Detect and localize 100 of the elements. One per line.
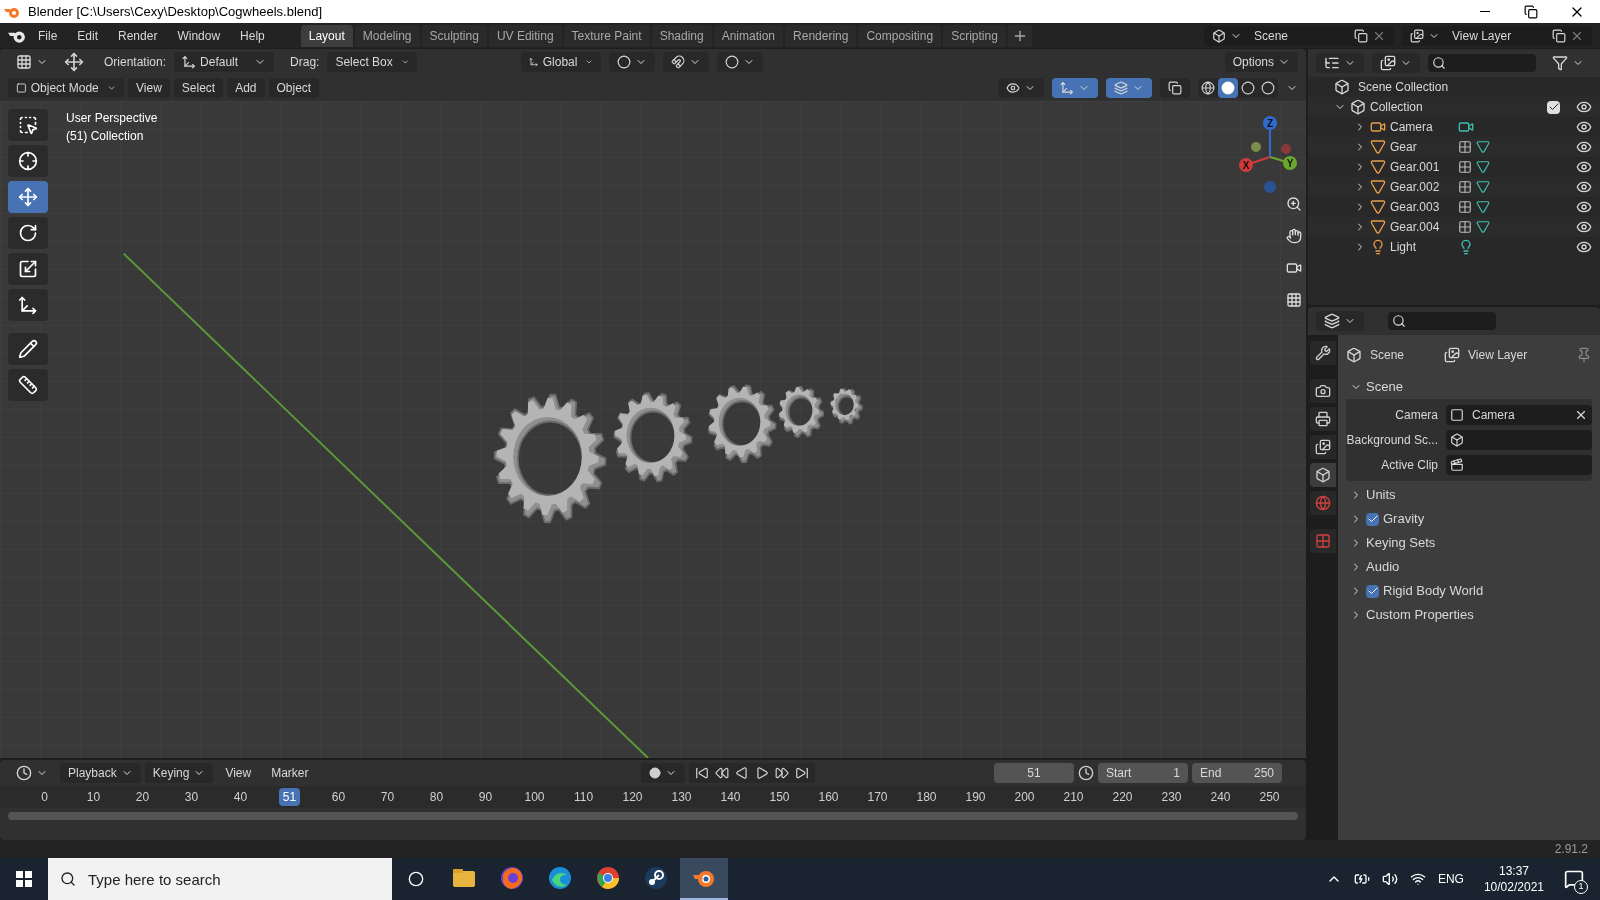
light-data-icon[interactable] bbox=[1458, 239, 1474, 255]
battery-icon[interactable] bbox=[1353, 871, 1370, 887]
mesh-data-icon[interactable] bbox=[1476, 140, 1490, 154]
orientation-dropdown[interactable]: Default bbox=[174, 52, 275, 72]
speaker-icon[interactable] bbox=[1381, 871, 1398, 887]
menu-item[interactable]: Render bbox=[110, 26, 166, 45]
timeline-menu[interactable]: Marker bbox=[263, 763, 317, 783]
workspace-tab[interactable]: Layout bbox=[300, 24, 353, 47]
timeline-menu[interactable]: Playback bbox=[60, 763, 141, 783]
eye-icon[interactable] bbox=[1576, 159, 1592, 175]
shading-mode-button[interactable] bbox=[1218, 78, 1238, 98]
modifier-icon[interactable] bbox=[1458, 220, 1472, 234]
outliner-item[interactable]: Light bbox=[1390, 238, 1454, 256]
outliner-item[interactable]: Gear.001 bbox=[1390, 158, 1454, 176]
stopwatch-icon[interactable] bbox=[1078, 765, 1094, 781]
move-tool-button[interactable] bbox=[8, 181, 48, 213]
clear-icon[interactable] bbox=[1574, 408, 1588, 422]
outliner-item[interactable]: Gear bbox=[1390, 138, 1454, 156]
panel-header[interactable]: Custom Properties bbox=[1346, 603, 1592, 627]
annotate-tool-button[interactable] bbox=[8, 333, 48, 365]
view-layer-selector[interactable]: View Layer bbox=[1402, 25, 1592, 46]
frame-number[interactable]: 51 bbox=[278, 788, 301, 806]
gizmo-axis-handle[interactable] bbox=[1263, 116, 1277, 158]
transform-orientation-dropdown[interactable]: Global bbox=[521, 52, 602, 72]
workspace-tab[interactable]: Scripting bbox=[943, 24, 1006, 47]
outliner-item[interactable]: Gear.004 bbox=[1390, 218, 1454, 236]
modifier-icon[interactable] bbox=[1458, 160, 1472, 174]
modifier-icon[interactable] bbox=[1458, 140, 1472, 154]
panel-checkbox[interactable] bbox=[1366, 512, 1379, 526]
mesh-data-icon[interactable] bbox=[1476, 180, 1490, 194]
eye-icon[interactable] bbox=[1576, 179, 1592, 195]
gizmo-toggle[interactable] bbox=[1052, 78, 1098, 98]
eye-icon[interactable] bbox=[1576, 219, 1592, 235]
timeline-menu[interactable]: Keying bbox=[144, 763, 214, 783]
notifications-button[interactable]: 1 bbox=[1556, 858, 1592, 900]
panel-header[interactable]: Scene bbox=[1346, 375, 1592, 399]
clock-date[interactable]: 10/02/2021 bbox=[1483, 879, 1544, 895]
outliner-item[interactable]: Camera bbox=[1390, 118, 1454, 136]
viewport-menu[interactable]: Object bbox=[268, 78, 320, 98]
menu-item[interactable]: Help bbox=[232, 26, 273, 45]
mode-dropdown[interactable]: Object Mode bbox=[8, 78, 124, 98]
workspace-tab[interactable]: Shading bbox=[651, 24, 712, 47]
object-field[interactable] bbox=[1446, 430, 1592, 450]
workspace-tab[interactable]: UV Editing bbox=[488, 24, 562, 47]
search-field[interactable] bbox=[1428, 54, 1536, 72]
camera-data-icon[interactable] bbox=[1458, 119, 1474, 135]
clock-time[interactable]: 13:37 bbox=[1498, 863, 1529, 879]
transform-tool-button[interactable] bbox=[8, 289, 48, 321]
viewport-menu[interactable]: Select bbox=[173, 78, 224, 98]
properties-tab[interactable] bbox=[1310, 341, 1336, 365]
end-frame-field[interactable]: End 250 bbox=[1192, 763, 1282, 783]
panel-header[interactable]: Units bbox=[1346, 483, 1592, 507]
panel-checkbox[interactable] bbox=[1366, 584, 1379, 598]
menu-item[interactable]: Edit bbox=[69, 26, 107, 45]
taskbar-search-field[interactable]: Type here to search bbox=[48, 858, 392, 900]
outliner-item[interactable]: Scene Collection bbox=[1358, 78, 1449, 96]
workspace-tab[interactable]: Compositing bbox=[858, 24, 942, 47]
object-field[interactable]: Camera bbox=[1446, 405, 1592, 425]
xray-toggle[interactable] bbox=[1160, 78, 1190, 98]
pivot-dropdown[interactable] bbox=[609, 52, 656, 72]
timeline-scrollbar[interactable] bbox=[8, 812, 1298, 820]
workspace-tab[interactable]: Modeling bbox=[354, 24, 420, 47]
proportional-edit-button[interactable] bbox=[717, 52, 764, 72]
eye-icon[interactable] bbox=[1576, 239, 1592, 255]
record-button[interactable] bbox=[640, 763, 685, 783]
outliner-item[interactable]: Collection bbox=[1370, 98, 1423, 116]
eye-icon[interactable] bbox=[1576, 119, 1592, 135]
modifier-icon[interactable] bbox=[1458, 180, 1472, 194]
workspace-tab[interactable]: Sculpting bbox=[421, 24, 487, 47]
timeline-menu[interactable]: View bbox=[217, 763, 260, 783]
pin-icon[interactable] bbox=[1576, 347, 1592, 363]
add-workspace-button[interactable] bbox=[1007, 24, 1032, 47]
cursor-tool-button[interactable] bbox=[8, 145, 48, 177]
current-frame-field[interactable]: 51 bbox=[994, 763, 1074, 783]
drag-dropdown[interactable]: Select Box bbox=[327, 52, 418, 72]
editor-type-menu[interactable] bbox=[1316, 311, 1364, 331]
modifier-icon[interactable] bbox=[1458, 200, 1472, 214]
menu-item[interactable]: Window bbox=[169, 26, 229, 45]
outliner-item[interactable]: Gear.002 bbox=[1390, 178, 1454, 196]
mesh-data-icon[interactable] bbox=[1476, 220, 1490, 234]
properties-tab[interactable] bbox=[1310, 463, 1336, 487]
mesh-data-icon[interactable] bbox=[1476, 200, 1490, 214]
viewport-menu[interactable]: View bbox=[128, 78, 170, 98]
eye-icon[interactable] bbox=[1576, 139, 1592, 155]
wifi-icon[interactable] bbox=[1409, 871, 1426, 887]
measure-tool-button[interactable] bbox=[8, 369, 48, 401]
properties-tab[interactable] bbox=[1310, 379, 1336, 403]
workspace-tab[interactable]: Animation bbox=[713, 24, 784, 47]
visibility-dropdown[interactable] bbox=[998, 78, 1044, 98]
gizmo-axis-handle[interactable] bbox=[1251, 142, 1261, 152]
gizmo-axis-handle[interactable] bbox=[1239, 156, 1271, 172]
search-field[interactable] bbox=[1388, 312, 1496, 330]
display-mode-menu[interactable] bbox=[1372, 53, 1420, 73]
eye-icon[interactable] bbox=[1576, 99, 1592, 115]
gizmo-axis-handle[interactable] bbox=[1269, 156, 1297, 170]
menu-item[interactable]: File bbox=[30, 26, 66, 45]
snap-button[interactable] bbox=[663, 52, 710, 72]
select-tool-button[interactable] bbox=[8, 109, 48, 141]
rotate-tool-button[interactable] bbox=[8, 217, 48, 249]
workspace-tab[interactable]: Texture Paint bbox=[563, 24, 650, 47]
